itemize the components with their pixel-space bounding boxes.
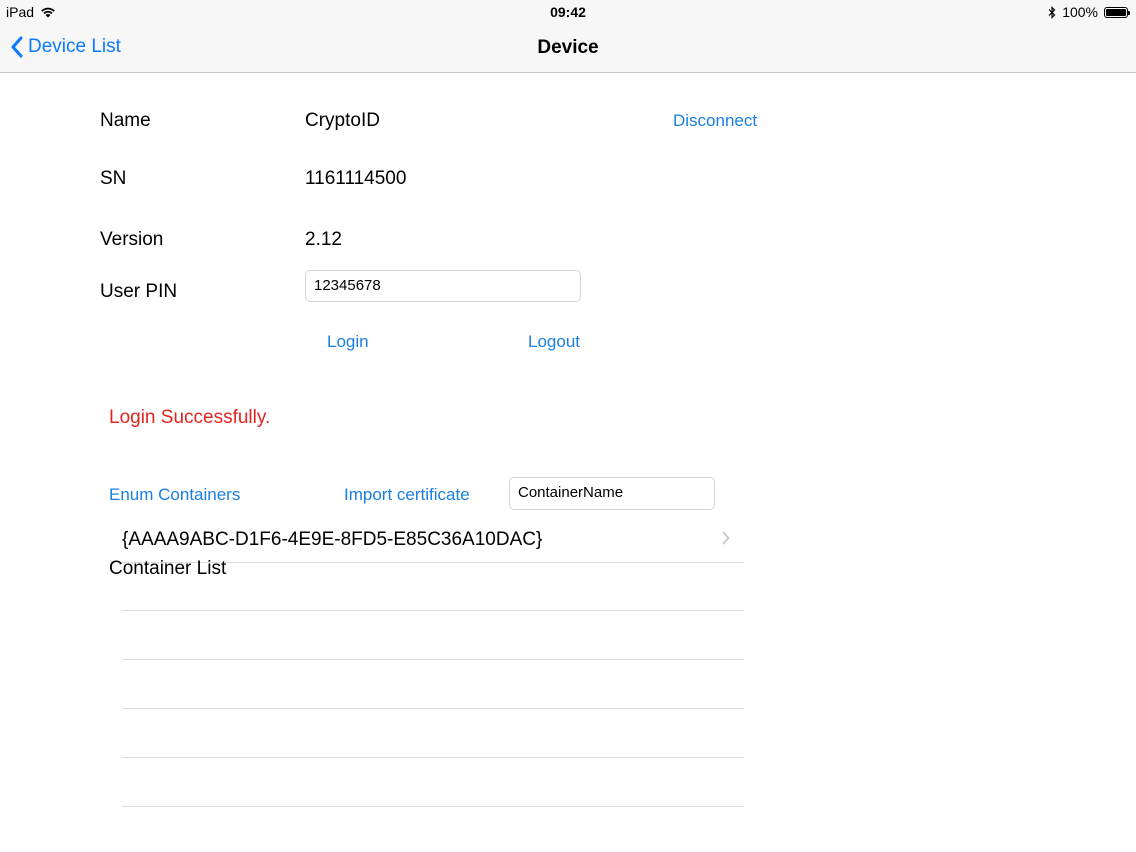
sn-value: 1161114500: [305, 168, 407, 189]
enum-containers-button[interactable]: Enum Containers: [109, 485, 240, 505]
list-separator: [122, 610, 744, 611]
name-label: Name: [100, 110, 151, 131]
status-bar: iPad 09:42 100%: [0, 0, 1136, 26]
import-certificate-button[interactable]: Import certificate: [344, 485, 470, 505]
battery-icon: [1104, 6, 1130, 18]
user-pin-field[interactable]: 12345678: [305, 270, 581, 302]
list-separator: [122, 757, 744, 758]
page-title: Device: [537, 37, 599, 58]
sn-label: SN: [100, 168, 127, 189]
disconnect-button[interactable]: Disconnect: [673, 111, 757, 131]
bluetooth-icon: [1048, 5, 1056, 19]
name-value: CryptoID: [305, 110, 380, 131]
container-name-field[interactable]: ContainerName: [509, 477, 715, 510]
container-row[interactable]: {AAAA9ABC-D1F6-4E9E-8FD5-E85C36A10DAC}: [122, 515, 744, 563]
list-separator: [122, 708, 744, 709]
container-row-label: {AAAA9ABC-D1F6-4E9E-8FD5-E85C36A10DAC}: [122, 529, 543, 550]
logout-button[interactable]: Logout: [528, 332, 580, 352]
status-right: 100%: [1048, 4, 1130, 20]
battery-percent: 100%: [1062, 4, 1098, 20]
version-label: Version: [100, 229, 164, 250]
list-separator: [122, 659, 744, 660]
user-pin-label: User PIN: [100, 281, 178, 302]
status-time: 09:42: [550, 4, 586, 20]
container-list-label: Container List: [109, 558, 227, 579]
list-separator: [122, 806, 744, 807]
status-message: Login Successfully.: [109, 407, 271, 428]
login-button[interactable]: Login: [327, 332, 369, 352]
navigation-bar: Device List Device: [0, 26, 1136, 73]
version-value: 2.12: [305, 229, 342, 250]
chevron-right-icon: [722, 531, 730, 545]
